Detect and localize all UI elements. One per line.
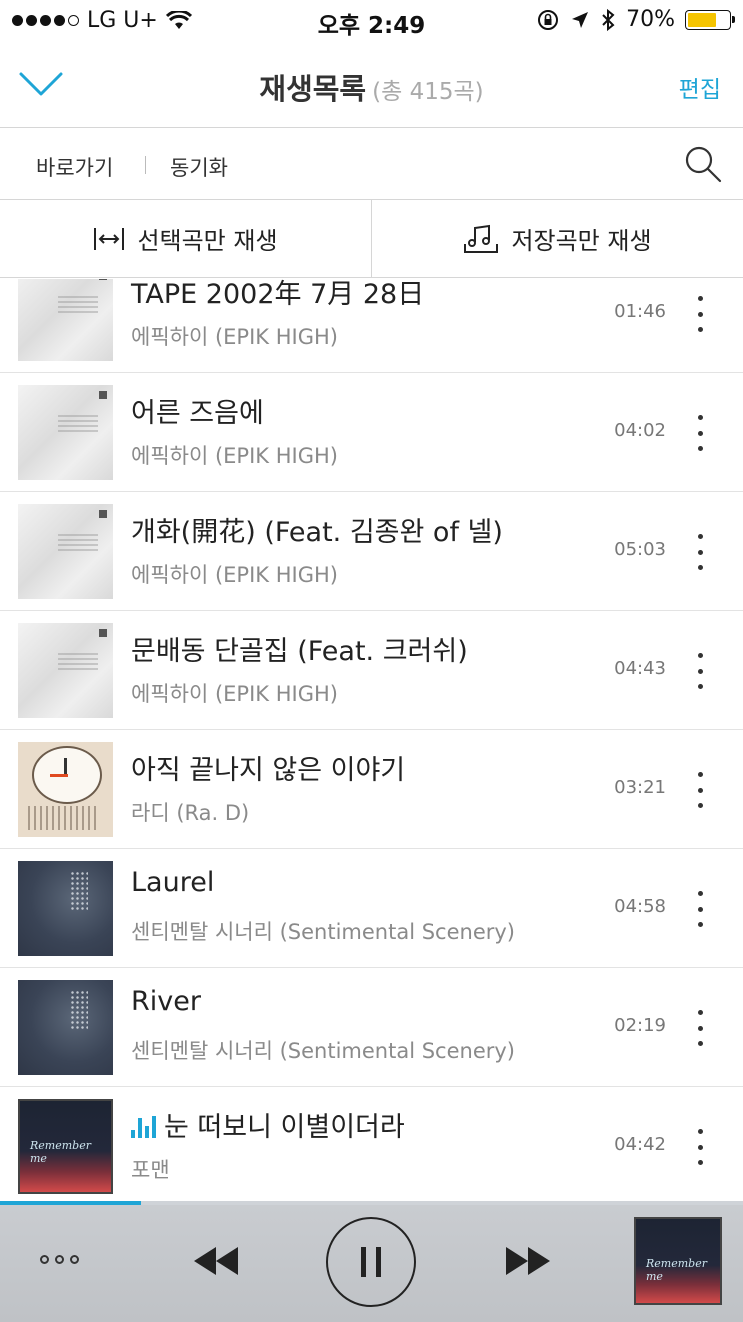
edit-button[interactable]: 편집 bbox=[679, 70, 721, 104]
track-title-text: 문배동 단골집 (Feat. 크러쉬) bbox=[131, 636, 468, 667]
album-art bbox=[18, 504, 113, 599]
track-duration: 04:02 bbox=[614, 420, 666, 441]
more-vertical-icon[interactable] bbox=[685, 532, 715, 572]
search-icon[interactable] bbox=[683, 144, 723, 184]
track-row[interactable]: 개화(開花) (Feat. 김종완 of 넬) 에픽하이 (EPIK HIGH) 0… bbox=[0, 492, 743, 611]
more-vertical-icon[interactable] bbox=[685, 889, 715, 929]
track-title: River bbox=[131, 986, 201, 1017]
equalizer-icon bbox=[131, 1116, 156, 1138]
location-icon bbox=[572, 11, 589, 28]
track-duration: 02:19 bbox=[614, 1015, 666, 1036]
play-mode-bar: 선택곡만 재생 저장곡만 재생 bbox=[0, 200, 743, 278]
track-duration: 03:21 bbox=[614, 777, 666, 798]
subnav-bar: 바로가기 동기화 bbox=[0, 128, 743, 200]
track-artist: 에픽하이 (EPIK HIGH) bbox=[131, 563, 338, 587]
track-title: Laurel bbox=[131, 867, 214, 898]
more-vertical-icon[interactable] bbox=[685, 770, 715, 810]
album-art bbox=[18, 980, 113, 1075]
track-title-text: River bbox=[131, 986, 201, 1017]
album-art bbox=[18, 279, 113, 361]
page-title: 재생목록 (총 415곡) bbox=[0, 66, 743, 108]
track-list: TAPE 2002年 7月 28日 에픽하이 (EPIK HIGH) 01:46 어른… bbox=[0, 279, 743, 1201]
track-row[interactable]: 아직 끝나지 않은 이야기라디 (Ra. D) 03:21 bbox=[0, 730, 743, 849]
more-vertical-icon[interactable] bbox=[685, 1008, 715, 1048]
album-art bbox=[18, 623, 113, 718]
track-artist: 라디 (Ra. D) bbox=[131, 801, 250, 825]
track-artist: 센티멘탈 시너리 (Sentimental Scenery) bbox=[131, 1039, 515, 1063]
battery-percent: 70% bbox=[626, 7, 675, 32]
more-horizontal-icon[interactable] bbox=[36, 1249, 82, 1269]
more-vertical-icon[interactable] bbox=[685, 413, 715, 453]
track-row[interactable]: Remember me 눈 떠보니 이별이더라포맨 04:42 bbox=[0, 1087, 743, 1201]
track-title-text: 어른 즈음에 bbox=[131, 398, 264, 429]
arrows-horizontal-icon bbox=[93, 226, 125, 252]
rotation-lock-icon bbox=[538, 9, 559, 30]
track-title: TAPE 2002年 7月 28日 bbox=[131, 279, 424, 311]
track-title-text: Laurel bbox=[131, 867, 215, 898]
now-playing-album-art[interactable]: Remember me bbox=[634, 1217, 722, 1305]
subnav-divider bbox=[145, 156, 146, 174]
music-note-icon bbox=[463, 224, 499, 254]
track-artist: 에픽하이 (EPIK HIGH) bbox=[131, 325, 338, 349]
track-title: 개화(開花) (Feat. 김종완 of 넬) bbox=[131, 510, 503, 549]
track-list-inner: TAPE 2002年 7月 28日 에픽하이 (EPIK HIGH) 01:46 어른… bbox=[0, 279, 743, 1201]
more-vertical-icon[interactable] bbox=[685, 294, 715, 334]
track-artist: 포맨 bbox=[131, 1158, 170, 1182]
track-artist: 에픽하이 (EPIK HIGH) bbox=[131, 682, 338, 706]
pause-icon[interactable] bbox=[326, 1217, 416, 1307]
shortcut-button[interactable]: 바로가기 bbox=[36, 152, 113, 182]
track-title: 어른 즈음에 bbox=[131, 391, 264, 430]
mini-player: Remember me bbox=[0, 1205, 743, 1322]
track-title: 문배동 단골집 (Feat. 크러쉬) bbox=[131, 629, 468, 668]
track-title: 눈 떠보니 이별이더라 bbox=[131, 1105, 405, 1144]
track-row[interactable]: River 센티멘탈 시너리 (Sentimental Scenery) 02:19 bbox=[0, 968, 743, 1087]
track-title-text: 아직 끝나지 않은 이야기 bbox=[131, 755, 406, 786]
track-title-text: TAPE 2002年 7月 28日 bbox=[131, 279, 425, 310]
title-text: 재생목록 bbox=[259, 72, 367, 106]
track-count: (총 415곡) bbox=[372, 79, 484, 105]
play-saved-button[interactable]: 저장곡만 재생 bbox=[371, 200, 743, 277]
bluetooth-icon bbox=[602, 8, 615, 31]
track-row[interactable]: TAPE 2002年 7月 28日 에픽하이 (EPIK HIGH) 01:46 bbox=[0, 279, 743, 373]
track-artist: 센티멘탈 시너리 (Sentimental Scenery) bbox=[131, 920, 515, 944]
play-saved-label: 저장곡만 재생 bbox=[511, 227, 652, 255]
playlist-header: 재생목록 (총 415곡) 편집 bbox=[0, 40, 743, 128]
track-row[interactable]: 어른 즈음에에픽하이 (EPIK HIGH) 04:02 bbox=[0, 373, 743, 492]
album-art bbox=[18, 742, 113, 837]
track-duration: 04:42 bbox=[614, 1134, 666, 1155]
track-duration: 05:03 bbox=[614, 539, 666, 560]
play-selected-button[interactable]: 선택곡만 재생 bbox=[0, 200, 371, 277]
status-bar: LG U+ 오후 2:49 70% bbox=[0, 0, 743, 40]
sync-button[interactable]: 동기화 bbox=[170, 152, 228, 182]
more-vertical-icon[interactable] bbox=[685, 651, 715, 691]
track-title-text: 개화(開花) (Feat. 김종완 of 넬) bbox=[131, 517, 503, 548]
battery-icon bbox=[685, 9, 735, 30]
track-row[interactable]: 문배동 단골집 (Feat. 크러쉬) 에픽하이 (EPIK HIGH) 04:43 bbox=[0, 611, 743, 730]
play-selected-label: 선택곡만 재생 bbox=[137, 227, 278, 255]
track-duration: 01:46 bbox=[614, 301, 666, 322]
album-art bbox=[18, 861, 113, 956]
status-right: 70% bbox=[536, 7, 735, 32]
fast-forward-icon[interactable] bbox=[500, 1241, 556, 1281]
track-row[interactable]: Laurel 센티멘탈 시너리 (Sentimental Scenery) 04:5… bbox=[0, 849, 743, 968]
track-duration: 04:43 bbox=[614, 658, 666, 679]
track-duration: 04:58 bbox=[614, 896, 666, 917]
track-artist: 에픽하이 (EPIK HIGH) bbox=[131, 444, 338, 468]
track-title-text: 눈 떠보니 이별이더라 bbox=[164, 1112, 405, 1143]
rewind-icon[interactable] bbox=[188, 1241, 244, 1281]
more-vertical-icon[interactable] bbox=[685, 1127, 715, 1167]
album-art bbox=[18, 385, 113, 480]
album-art: Remember me bbox=[18, 1099, 113, 1194]
track-title: 아직 끝나지 않은 이야기 bbox=[131, 748, 405, 787]
